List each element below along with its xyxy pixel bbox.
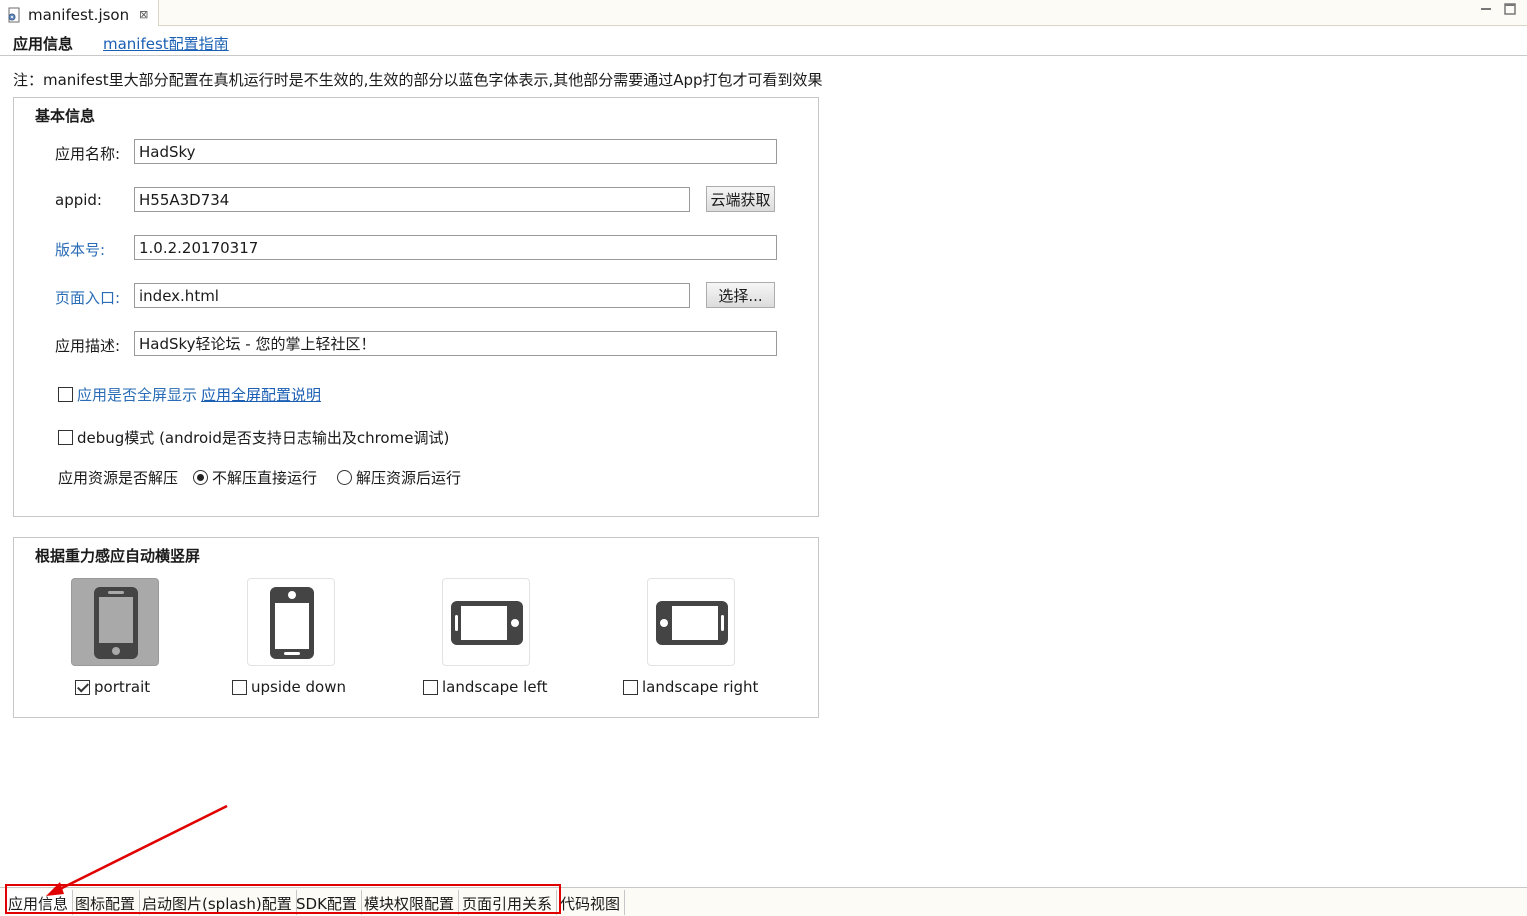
manifest-header: 应用信息 manifest配置指南 xyxy=(0,26,1527,56)
manifest-note: 注：manifest里大部分配置在真机运行时是不生效的,生效的部分以蓝色字体表示… xyxy=(13,71,823,89)
desc-input[interactable] xyxy=(134,331,777,356)
portrait-option[interactable]: portrait xyxy=(75,678,150,696)
fullscreen-guide-link[interactable]: 应用全屏配置说明 xyxy=(201,384,321,405)
no-decompress-label: 不解压直接运行 xyxy=(212,469,318,487)
appid-input[interactable] xyxy=(134,187,690,212)
manifest-guide-link[interactable]: manifest配置指南 xyxy=(103,33,229,54)
editor-tab-label: manifest.json xyxy=(28,5,130,24)
upside-down-label: upside down xyxy=(251,678,347,696)
decompress-option-label: 解压资源后运行 xyxy=(356,469,462,487)
landscape-left-checkbox[interactable] xyxy=(423,679,438,695)
version-label: 版本号: xyxy=(55,241,106,259)
app-name-label: 应用名称: xyxy=(55,145,121,163)
cloud-fetch-button[interactable]: 云端获取 xyxy=(706,186,775,212)
tab-page-references[interactable]: 页面引用关系 xyxy=(458,890,558,915)
fullscreen-label: 应用是否全屏显示 xyxy=(77,386,198,404)
close-icon[interactable]: ⊠ xyxy=(139,8,148,21)
no-decompress-radio[interactable] xyxy=(193,470,208,485)
landscape-left-phone-icon xyxy=(451,601,523,645)
tab-splash-config[interactable]: 启动图片(splash)配置 xyxy=(138,890,297,915)
tab-code-view[interactable]: 代码视图 xyxy=(556,890,626,915)
landscape-right-option[interactable]: landscape right xyxy=(623,678,758,696)
bottom-tab-bar: 应用信息 图标配置 启动图片(splash)配置 SDK配置 模块权限配置 页面… xyxy=(0,887,1527,916)
landscape-right-label: landscape right xyxy=(642,678,759,696)
maximize-icon[interactable] xyxy=(1503,2,1517,16)
basic-info-title: 基本信息 xyxy=(35,107,96,125)
tab-icon-config[interactable]: 图标配置 xyxy=(71,890,141,915)
page-title: 应用信息 xyxy=(13,35,74,53)
entry-input[interactable] xyxy=(134,283,690,308)
upside-down-tile[interactable] xyxy=(247,578,335,666)
orientation-title: 根据重力感应自动横竖屏 xyxy=(35,547,201,565)
appid-label: appid: xyxy=(55,191,102,209)
editor-tab-bar: manifest.json ⊠ xyxy=(0,0,1527,26)
portrait-label: portrait xyxy=(94,678,151,696)
select-entry-button[interactable]: 选择... xyxy=(706,282,775,308)
landscape-right-checkbox[interactable] xyxy=(623,679,638,695)
version-input[interactable] xyxy=(134,235,777,260)
portrait-checkbox[interactable] xyxy=(75,679,90,695)
portrait-tile[interactable] xyxy=(71,578,159,666)
entry-label: 页面入口: xyxy=(55,289,121,307)
fullscreen-checkbox[interactable] xyxy=(58,387,73,402)
landscape-left-option[interactable]: landscape left xyxy=(423,678,547,696)
app-name-input[interactable] xyxy=(134,139,777,164)
tab-sdk-config[interactable]: SDK配置 xyxy=(292,890,362,915)
decompress-option-2[interactable]: 解压资源后运行 xyxy=(337,467,461,488)
upside-down-checkbox[interactable] xyxy=(232,679,247,695)
decompress-label: 应用资源是否解压 xyxy=(58,469,179,487)
decompress-option-1[interactable]: 不解压直接运行 xyxy=(193,467,317,488)
minimize-icon[interactable] xyxy=(1479,2,1493,16)
portrait-phone-icon xyxy=(94,587,138,659)
landscape-right-phone-icon xyxy=(656,601,728,645)
landscape-left-label: landscape left xyxy=(442,678,548,696)
tab-module-permissions[interactable]: 模块权限配置 xyxy=(360,890,460,915)
desc-label: 应用描述: xyxy=(55,337,121,355)
upside-down-phone-icon xyxy=(270,587,314,659)
debug-row: debug模式 (android是否支持日志输出及chrome调试) xyxy=(58,427,449,448)
fullscreen-row: 应用是否全屏显示 应用全屏配置说明 xyxy=(58,384,321,405)
landscape-left-tile[interactable] xyxy=(442,578,530,666)
landscape-right-tile[interactable] xyxy=(647,578,735,666)
upside-down-option[interactable]: upside down xyxy=(232,678,346,696)
debug-label: debug模式 (android是否支持日志输出及chrome调试) xyxy=(77,429,450,447)
editor-tab-manifest[interactable]: manifest.json ⊠ xyxy=(0,0,160,26)
json-file-icon xyxy=(6,7,22,23)
debug-checkbox[interactable] xyxy=(58,430,73,445)
tab-app-info[interactable]: 应用信息 xyxy=(4,890,74,915)
decompress-radio[interactable] xyxy=(337,470,352,485)
